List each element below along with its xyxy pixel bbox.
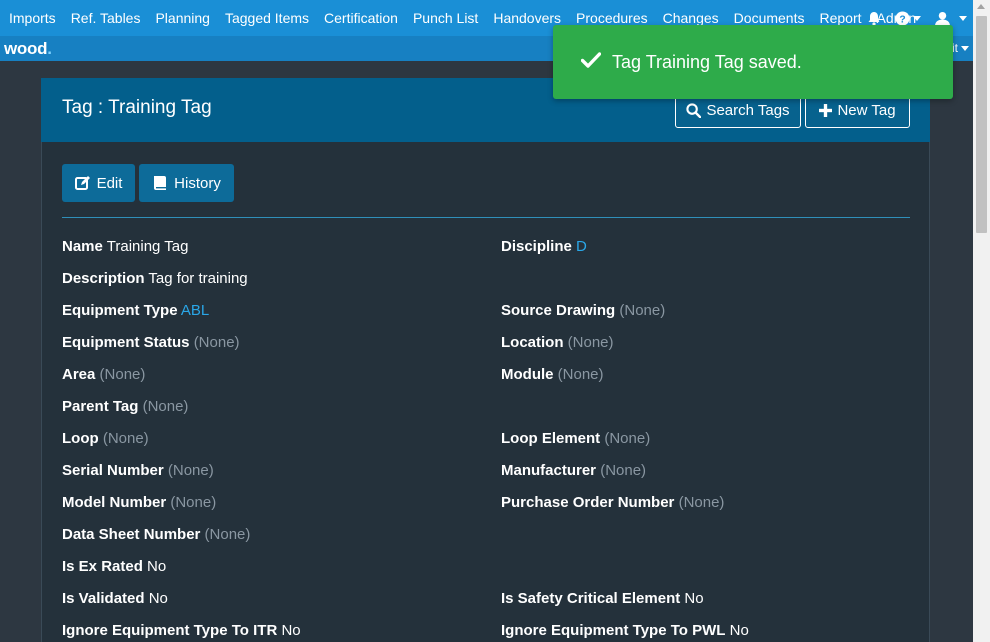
field-manufacturer: Manufacturer (None) bbox=[501, 462, 647, 479]
field-name: Name Training Tag bbox=[62, 238, 189, 255]
user-icon bbox=[935, 11, 950, 26]
scrollbar-thumb[interactable] bbox=[976, 16, 987, 233]
field-ignore-itr: Ignore Equipment Type To ITR No bbox=[62, 622, 301, 639]
nav-report[interactable]: Report bbox=[812, 10, 869, 26]
page-title: Tag : Training Tag bbox=[62, 97, 212, 118]
nav-changes[interactable]: Changes bbox=[655, 10, 726, 26]
field-purchase-order-number: Purchase Order Number (None) bbox=[501, 494, 725, 511]
nav-procedures[interactable]: Procedures bbox=[569, 10, 656, 26]
field-ignore-pwl: Ignore Equipment Type To PWL No bbox=[501, 622, 749, 639]
field-loop-element: Loop Element (None) bbox=[501, 430, 651, 447]
field-parent-tag: Parent Tag (None) bbox=[62, 398, 189, 415]
nav-planning[interactable]: Planning bbox=[148, 10, 218, 26]
discipline-link[interactable]: D bbox=[576, 238, 587, 255]
tag-detail-panel: Edit History Name Training Tag Disciplin… bbox=[41, 142, 930, 642]
field-is-safety-critical: Is Safety Critical Element No bbox=[501, 590, 704, 607]
nav-tagged-items[interactable]: Tagged Items bbox=[217, 10, 316, 26]
subbar-menu[interactable]: it bbox=[952, 41, 969, 55]
help-question-icon: ? bbox=[895, 10, 910, 26]
nav-ref-tables[interactable]: Ref. Tables bbox=[63, 10, 148, 26]
help-menu[interactable]: ? bbox=[895, 10, 921, 26]
nav-handovers[interactable]: Handovers bbox=[486, 10, 569, 26]
chevron-down-icon bbox=[913, 15, 921, 21]
notifications-bell-icon[interactable] bbox=[867, 11, 881, 26]
field-model-number: Model Number (None) bbox=[62, 494, 217, 511]
search-icon bbox=[686, 103, 702, 118]
field-is-ex-rated: Is Ex Rated No bbox=[62, 558, 167, 575]
wood-logo[interactable]: wood. bbox=[4, 39, 52, 59]
field-discipline: Discipline D bbox=[501, 238, 587, 255]
svg-text:?: ? bbox=[899, 14, 905, 25]
field-module: Module (None) bbox=[501, 366, 604, 383]
toast-message: Tag Training Tag saved. bbox=[612, 52, 802, 72]
field-serial-number: Serial Number (None) bbox=[62, 462, 214, 479]
edit-icon bbox=[74, 176, 90, 190]
user-menu[interactable] bbox=[935, 11, 967, 26]
field-equipment-type: Equipment Type ABL bbox=[62, 302, 210, 319]
success-toast[interactable]: Tag Training Tag saved. bbox=[553, 25, 953, 99]
field-data-sheet-number: Data Sheet Number (None) bbox=[62, 526, 251, 543]
nav-certification[interactable]: Certification bbox=[317, 10, 406, 26]
edit-button[interactable]: Edit bbox=[62, 164, 135, 202]
field-area: Area (None) bbox=[62, 366, 146, 383]
field-loop: Loop (None) bbox=[62, 430, 149, 447]
field-location: Location (None) bbox=[501, 334, 614, 351]
chevron-down-icon bbox=[961, 45, 969, 51]
book-icon bbox=[154, 176, 167, 190]
nav-punch-list[interactable]: Punch List bbox=[405, 10, 485, 26]
field-source-drawing: Source Drawing (None) bbox=[501, 302, 666, 319]
chevron-down-icon bbox=[959, 15, 967, 21]
plus-icon bbox=[819, 104, 833, 117]
divider bbox=[62, 217, 910, 218]
field-equipment-status: Equipment Status (None) bbox=[62, 334, 240, 351]
field-is-validated: Is Validated No bbox=[62, 590, 168, 607]
scroll-up-arrow-icon[interactable] bbox=[977, 4, 985, 9]
page-scrollbar[interactable] bbox=[973, 0, 990, 642]
equipment-type-link[interactable]: ABL bbox=[181, 302, 209, 319]
field-description: Description Tag for training bbox=[62, 270, 248, 287]
history-button[interactable]: History bbox=[139, 164, 234, 202]
checkmark-icon bbox=[581, 52, 601, 68]
nav-imports[interactable]: Imports bbox=[0, 10, 63, 26]
nav-documents[interactable]: Documents bbox=[726, 10, 812, 26]
